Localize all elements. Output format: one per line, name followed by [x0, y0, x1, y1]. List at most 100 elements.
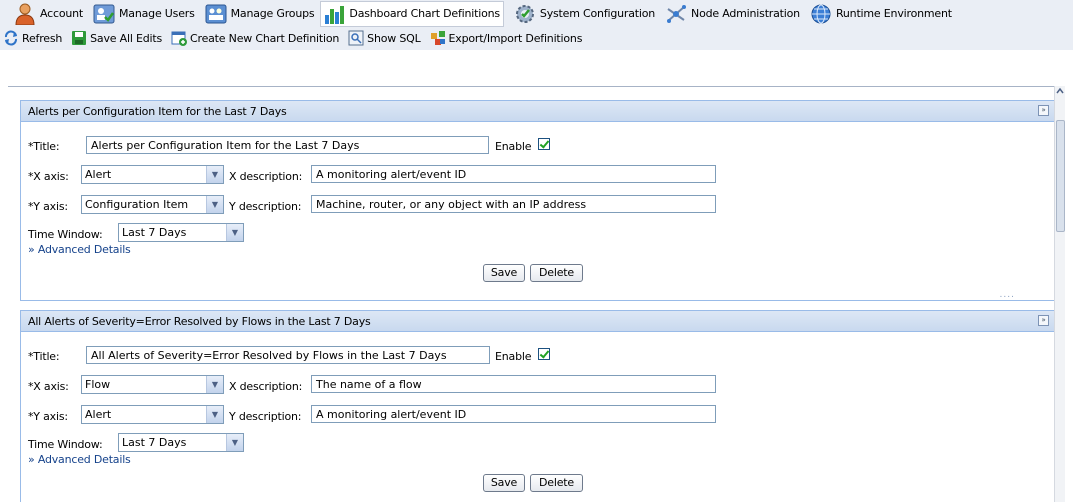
nav-item-node-administration[interactable]: Node Administration: [665, 3, 800, 25]
enable-checkbox[interactable]: [538, 138, 550, 150]
x-description-input[interactable]: A monitoring alert/event ID: [311, 165, 716, 183]
chevron-down-icon: ▼: [226, 224, 243, 241]
time-window-value: Last 7 Days: [122, 226, 187, 239]
save-button[interactable]: Save: [483, 474, 525, 492]
y-axis-value: Configuration Item: [85, 198, 189, 211]
x-axis-value: Alert: [85, 168, 112, 181]
save-all-edits-button[interactable]: Save All Edits: [71, 30, 162, 46]
delete-button[interactable]: Delete: [530, 264, 583, 282]
x-axis-value: Flow: [85, 378, 111, 391]
panel-body: *Title: All Alerts of Severity=Error Res…: [21, 332, 1055, 502]
nav-item-manage-groups[interactable]: Manage Groups: [205, 3, 315, 25]
network-icon: [665, 3, 687, 25]
title-input[interactable]: Alerts per Configuration Item for the La…: [86, 136, 489, 154]
x-axis-select[interactable]: Alert ▼: [81, 165, 224, 184]
chevron-down-icon: ▼: [206, 406, 223, 423]
enable-label: Enable: [495, 350, 532, 363]
panel-header[interactable]: All Alerts of Severity=Error Resolved by…: [21, 311, 1055, 332]
y-description-label: Y description:: [229, 410, 302, 423]
x-description-input[interactable]: The name of a flow: [311, 375, 716, 393]
export-import-label: Export/Import Definitions: [448, 31, 583, 45]
refresh-icon: [3, 30, 19, 46]
y-description-label: Y description:: [229, 200, 302, 213]
nav-item-label: Runtime Environment: [835, 7, 952, 20]
x-axis-select[interactable]: Flow ▼: [81, 375, 224, 394]
show-sql-label: Show SQL: [367, 31, 421, 45]
content-frame: Alerts per Configuration Item for the La…: [8, 86, 1056, 502]
advanced-details-link[interactable]: » Advanced Details: [28, 453, 131, 466]
time-window-select[interactable]: Last 7 Days ▼: [118, 433, 244, 452]
y-axis-select[interactable]: Configuration Item ▼: [81, 195, 224, 214]
groups-icon: [205, 3, 227, 25]
globe-icon: [810, 3, 832, 25]
show-sql-button[interactable]: Show SQL: [348, 30, 421, 46]
nav-item-account[interactable]: Account: [14, 3, 83, 25]
chevron-down-icon: ▼: [206, 166, 223, 183]
chart-definition-panel: All Alerts of Severity=Error Resolved by…: [20, 310, 1056, 502]
y-axis-value: Alert: [85, 408, 112, 421]
top-navigation: Account Manage Users Manage Groups Dashb…: [0, 0, 1073, 50]
nav-item-label: Manage Groups: [230, 7, 315, 20]
resize-handle[interactable]: ....: [1000, 290, 1015, 300]
y-axis-label: *Y axis:: [28, 410, 68, 423]
panel-body: *Title: Alerts per Configuration Item fo…: [21, 122, 1055, 300]
export-import-button[interactable]: Export/Import Definitions: [430, 30, 583, 46]
scrollbar-thumb[interactable]: [1056, 120, 1065, 232]
create-label: Create New Chart Definition: [190, 31, 340, 45]
time-window-select[interactable]: Last 7 Days ▼: [118, 223, 244, 242]
nav-item-label: Manage Users: [119, 7, 195, 20]
save-all-label: Save All Edits: [90, 31, 163, 45]
enable-checkbox[interactable]: [538, 348, 550, 360]
x-description-label: X description:: [229, 380, 303, 393]
create-chart-definition-button[interactable]: Create New Chart Definition: [171, 30, 339, 46]
nav-item-label: Account: [40, 7, 84, 20]
y-axis-select[interactable]: Alert ▼: [81, 405, 224, 424]
panel-header[interactable]: Alerts per Configuration Item for the La…: [21, 101, 1055, 122]
chevron-down-icon: ▼: [206, 196, 223, 213]
chart-definitions-list[interactable]: Alerts per Configuration Item for the La…: [8, 86, 1065, 502]
collapse-panel-icon[interactable]: »: [1038, 315, 1049, 326]
bar-chart-icon: [323, 3, 345, 25]
export-import-icon: [430, 30, 446, 46]
x-axis-label: *X axis:: [28, 170, 69, 183]
x-axis-label: *X axis:: [28, 380, 69, 393]
title-input[interactable]: All Alerts of Severity=Error Resolved by…: [86, 346, 490, 364]
nav-menu: Account Manage Users Manage Groups Dashb…: [0, 0, 1073, 27]
delete-button[interactable]: Delete: [530, 474, 583, 492]
nav-item-system-configuration[interactable]: System Configuration: [514, 3, 655, 25]
collapse-panel-icon[interactable]: »: [1038, 105, 1049, 116]
time-window-label: Time Window:: [28, 438, 103, 451]
advanced-details-link[interactable]: » Advanced Details: [28, 243, 131, 256]
x-description-label: X description:: [229, 170, 303, 183]
refresh-label: Refresh: [22, 31, 63, 45]
new-chart-icon: [171, 30, 188, 46]
y-description-input[interactable]: Machine, router, or any object with an I…: [311, 195, 716, 213]
chart-definition-panel: Alerts per Configuration Item for the La…: [20, 100, 1056, 301]
floppy-save-icon: [71, 30, 87, 46]
users-icon: [93, 3, 115, 25]
enable-label: Enable: [495, 140, 532, 153]
panel-title: All Alerts of Severity=Error Resolved by…: [28, 314, 371, 328]
title-label: *Title:: [28, 350, 60, 363]
time-window-value: Last 7 Days: [122, 436, 187, 449]
nav-item-runtime-environment[interactable]: Runtime Environment: [810, 3, 952, 25]
scroll-up-icon[interactable]: [1056, 86, 1064, 96]
chevron-down-icon: ▼: [206, 376, 223, 393]
nav-item-label: Dashboard Chart Definitions: [349, 7, 500, 20]
gear-icon: [514, 3, 536, 25]
sql-icon: [348, 30, 364, 46]
nav-item-manage-users[interactable]: Manage Users: [93, 3, 195, 25]
refresh-button[interactable]: Refresh: [3, 30, 62, 46]
time-window-label: Time Window:: [28, 228, 103, 241]
y-axis-label: *Y axis:: [28, 200, 68, 213]
y-description-input[interactable]: A monitoring alert/event ID: [311, 405, 716, 423]
vertical-scrollbar[interactable]: [1054, 86, 1065, 502]
toolbar: Refresh Save All Edits Create New Chart …: [0, 27, 1073, 49]
nav-item-label: System Configuration: [539, 7, 656, 20]
panel-title: Alerts per Configuration Item for the La…: [28, 104, 287, 118]
nav-item-label: Node Administration: [691, 7, 800, 20]
nav-item-dashboard-chart-definitions[interactable]: Dashboard Chart Definitions: [320, 0, 504, 27]
chevron-down-icon: ▼: [226, 434, 243, 451]
title-label: *Title:: [28, 140, 60, 153]
save-button[interactable]: Save: [483, 264, 525, 282]
